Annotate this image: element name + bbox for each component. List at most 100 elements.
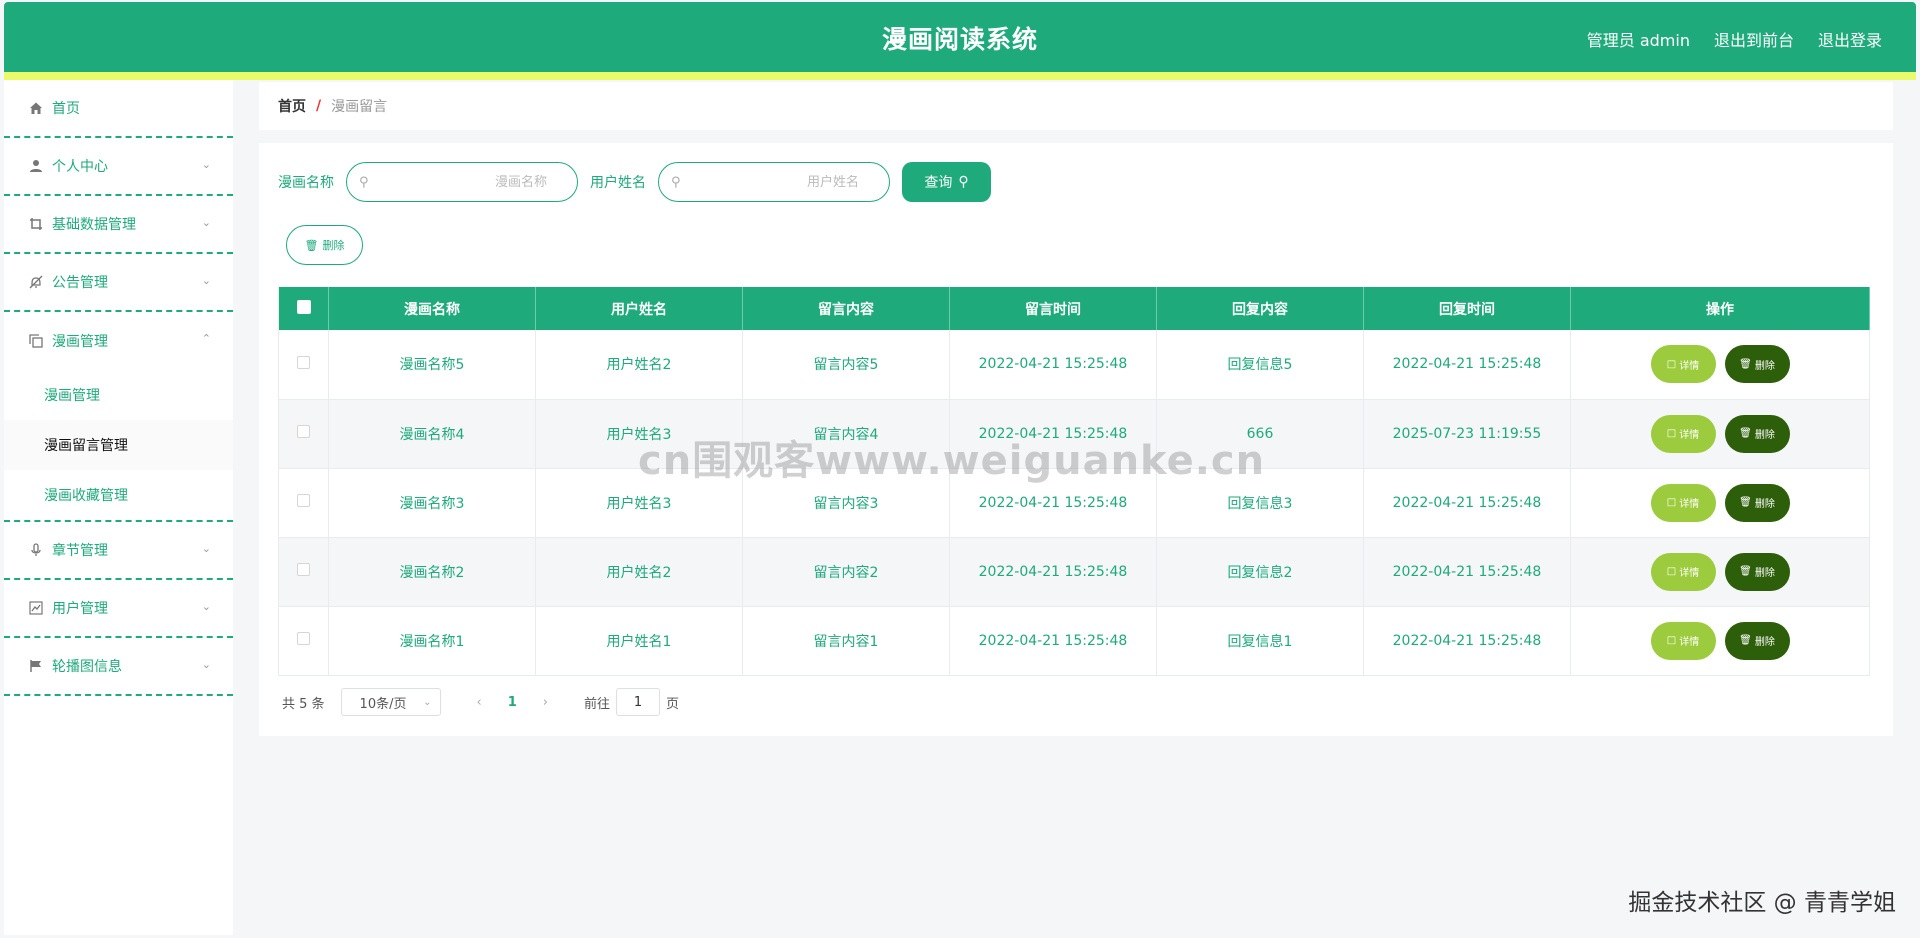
breadcrumb-home[interactable]: 首页 — [278, 96, 306, 116]
cell-reply-time: 2022-04-21 15:25:48 — [1363, 468, 1571, 538]
cell-comic: 漫画名称1 — [328, 606, 536, 676]
detail-button[interactable]: □ 详情 — [1650, 414, 1716, 453]
row-checkbox[interactable] — [297, 425, 310, 438]
submenu-item-comic-manage[interactable]: 漫画管理 — [4, 370, 233, 420]
detail-label: 详情 — [1679, 637, 1700, 648]
comic-name-label: 漫画名称 — [278, 175, 334, 191]
pagination-total: 共 5 条 — [282, 696, 325, 712]
row-select-cell — [278, 537, 329, 607]
search-icon: ⚲ — [359, 174, 369, 190]
delete-label: 删除 — [1754, 360, 1775, 372]
delete-button[interactable]: 🗑 删除 — [1724, 345, 1790, 384]
delete-button[interactable]: 🗑 删除 — [1724, 483, 1790, 522]
sidebar-item-label: 用户管理 — [52, 601, 108, 617]
prev-page-icon[interactable]: ‹ — [477, 695, 482, 710]
query-button-label: 查询 — [924, 175, 953, 191]
goto-prefix: 前往 — [584, 696, 611, 712]
exit-to-front-link[interactable]: 退出到前台 — [1714, 27, 1794, 51]
cell-reply-time: 2025-07-23 11:19:55 — [1363, 399, 1571, 469]
comic-name-field[interactable]: ⚲ — [346, 162, 578, 202]
detail-button[interactable]: □ 详情 — [1650, 621, 1716, 660]
col-comic-name: 漫画名称 — [328, 287, 536, 330]
delete-label: 删除 — [1754, 430, 1775, 441]
document-icon: □ — [1666, 635, 1677, 646]
page-number[interactable]: 1 — [508, 695, 517, 710]
goto-suffix: 页 — [666, 696, 680, 712]
sidebar-item-chapter[interactable]: 章节管理 ⌄ — [4, 522, 233, 580]
user-name-input[interactable] — [687, 174, 877, 190]
sidebar-item-personal[interactable]: 个人中心 ⌄ — [4, 138, 233, 196]
chevron-down-icon: ⌄ — [423, 696, 432, 708]
cell-user: 用户姓名1 — [535, 606, 743, 676]
detail-button[interactable]: □ 详情 — [1650, 345, 1716, 384]
header-actions: 管理员 admin 退出到前台 退出登录 — [1587, 27, 1882, 51]
sidebar-item-carousel[interactable]: 轮播图信息 ⌄ — [4, 638, 233, 696]
comic-submenu: 漫画管理 漫画留言管理 漫画收藏管理 — [4, 370, 233, 522]
delete-label: 删除 — [1754, 637, 1775, 648]
batch-delete-button[interactable]: 🗑 删除 — [286, 225, 363, 265]
sidebar-item-label: 公告管理 — [52, 275, 108, 291]
delete-button[interactable]: 🗑 删除 — [1724, 414, 1790, 453]
trash-icon: 🗑 — [1739, 566, 1752, 577]
document-icon: □ — [1666, 358, 1677, 370]
breadcrumb: 首页 / 漫画留言 — [259, 82, 1893, 130]
logout-link[interactable]: 退出登录 — [1818, 27, 1882, 51]
sidebar-item-home[interactable]: 首页 — [4, 80, 233, 138]
sidebar-item-label: 个人中心 — [52, 159, 108, 175]
goto-page-input[interactable] — [616, 688, 661, 716]
chevron-down-icon: ⌄ — [201, 274, 211, 287]
select-all-checkbox[interactable] — [296, 299, 311, 314]
document-icon: □ — [1666, 497, 1677, 508]
trash-icon: 🗑 — [1739, 635, 1752, 646]
microphone-icon — [28, 542, 44, 558]
chevron-down-icon: ⌄ — [201, 600, 211, 613]
pagination: 共 5 条 10条/页 ⌄ ‹ 1 › 前往 页 — [282, 688, 679, 716]
delete-button[interactable]: 🗑 删除 — [1724, 552, 1790, 591]
col-user-name: 用户姓名 — [535, 287, 743, 330]
sidebar-item-comic[interactable]: 漫画管理 ⌃ — [4, 312, 233, 370]
sidebar-item-notice[interactable]: 公告管理 ⌄ — [4, 254, 233, 312]
sidebar-item-basic-data[interactable]: 基础数据管理 ⌄ — [4, 196, 233, 254]
detail-button[interactable]: □ 详情 — [1650, 552, 1716, 591]
row-select-cell — [278, 399, 329, 469]
row-checkbox[interactable] — [297, 355, 310, 369]
col-reply-time: 回复时间 — [1363, 287, 1571, 330]
cell-user: 用户姓名2 — [535, 537, 743, 607]
cell-comic: 漫画名称4 — [328, 399, 536, 469]
query-button[interactable]: 查询 ⚲ — [902, 162, 991, 202]
detail-label: 详情 — [1679, 568, 1700, 579]
sidebar-item-users[interactable]: 用户管理 ⌄ — [4, 580, 233, 638]
sidebar-item-label: 首页 — [52, 101, 80, 117]
row-checkbox[interactable] — [297, 632, 310, 645]
header-accent-strip — [4, 72, 1916, 80]
search-icon: ⚲ — [958, 174, 969, 190]
cell-actions: □ 详情 🗑 删除 — [1570, 537, 1870, 607]
search-bar: 漫画名称 ⚲ 用户姓名 ⚲ 查询 ⚲ — [278, 162, 991, 202]
search-icon: ⚲ — [671, 174, 681, 190]
page-size-select[interactable]: 10条/页 ⌄ — [340, 688, 441, 716]
cell-content: 留言内容5 — [742, 330, 950, 400]
comic-name-input[interactable] — [375, 174, 565, 190]
trash-icon: 🗑 — [1739, 358, 1752, 370]
copy-icon — [28, 333, 44, 349]
col-reply: 回复内容 — [1156, 287, 1364, 330]
row-checkbox[interactable] — [297, 494, 310, 507]
sidebar-item-label: 基础数据管理 — [52, 217, 136, 233]
cell-actions: □ 详情 🗑 删除 — [1570, 399, 1870, 469]
row-checkbox[interactable] — [297, 563, 310, 576]
cell-comic: 漫画名称2 — [328, 537, 536, 607]
submenu-item-comic-comments[interactable]: 漫画留言管理 — [4, 420, 233, 470]
row-select-cell — [278, 330, 329, 400]
user-name-field[interactable]: ⚲ — [658, 162, 890, 202]
cell-user: 用户姓名2 — [535, 330, 743, 400]
table-row: 漫画名称5 用户姓名2 留言内容5 2022-04-21 15:25:48 回复… — [278, 330, 1870, 400]
detail-button[interactable]: □ 详情 — [1650, 483, 1716, 522]
cell-actions: □ 详情 🗑 删除 — [1570, 606, 1870, 676]
cell-time: 2022-04-21 15:25:48 — [949, 330, 1157, 400]
document-icon: □ — [1666, 428, 1677, 439]
cell-reply: 回复信息2 — [1156, 537, 1364, 607]
submenu-item-comic-favorites[interactable]: 漫画收藏管理 — [4, 470, 233, 520]
delete-button[interactable]: 🗑 删除 — [1724, 621, 1790, 660]
next-page-icon[interactable]: › — [543, 695, 548, 710]
user-icon — [28, 158, 44, 174]
